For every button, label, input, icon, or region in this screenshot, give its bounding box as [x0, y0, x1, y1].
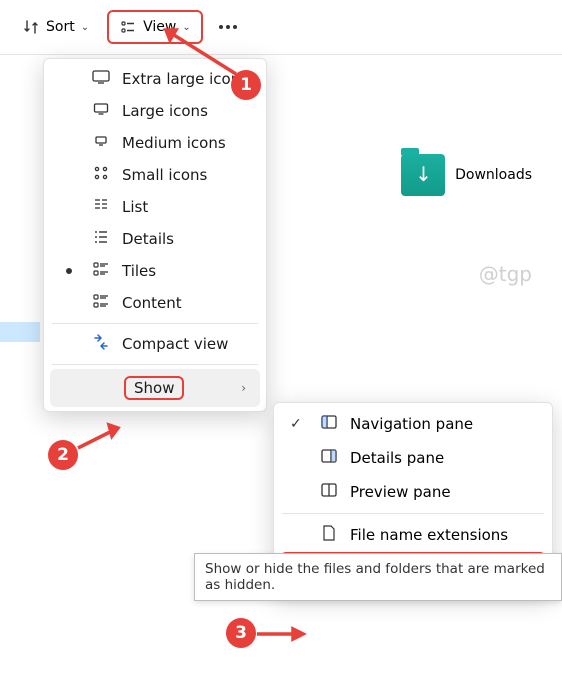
menu-separator	[52, 364, 258, 365]
menu-label: Compact view	[122, 335, 228, 353]
list-icon	[92, 196, 110, 218]
submenu-item-navigation-pane[interactable]: ✓ Navigation pane	[274, 407, 552, 441]
submenu-label: Navigation pane	[350, 415, 473, 433]
radio-selected-icon	[66, 268, 72, 274]
submenu-label: Preview pane	[350, 483, 451, 501]
sort-icon	[22, 18, 40, 36]
view-menu: Extra large icons Large icons Medium ico…	[43, 58, 267, 412]
callout-1: 1	[231, 70, 261, 100]
menu-item-compact-view[interactable]: Compact view	[44, 328, 266, 360]
grid-icon	[92, 164, 110, 186]
menu-item-content[interactable]: Content	[44, 287, 266, 319]
submenu-item-preview-pane[interactable]: Preview pane	[274, 475, 552, 509]
menu-label: Small icons	[122, 166, 207, 184]
details-icon	[92, 228, 110, 250]
chevron-right-icon: ›	[241, 381, 246, 395]
sort-button[interactable]: Sort ⌄	[12, 12, 99, 42]
menu-label: Show	[134, 379, 174, 397]
monitor-m-icon	[92, 132, 110, 154]
pane-nav-icon	[320, 413, 338, 435]
tiles-icon	[92, 260, 110, 282]
pane-details-icon	[320, 447, 338, 469]
menu-item-medium-icons[interactable]: Medium icons	[44, 127, 266, 159]
chevron-down-icon: ⌄	[81, 22, 89, 33]
callout-3: 3	[226, 618, 256, 648]
content-icon	[92, 292, 110, 314]
menu-item-tiles[interactable]: Tiles	[44, 255, 266, 287]
check-icon: ✓	[290, 416, 302, 432]
callout-2: 2	[48, 440, 78, 470]
menu-label: Details	[122, 230, 174, 248]
downloads-folder-icon	[401, 154, 445, 196]
sort-label: Sort	[46, 19, 75, 35]
submenu-item-file-name-extensions[interactable]: File name extensions	[274, 518, 552, 552]
menu-label: Large icons	[122, 102, 208, 120]
show-highlight: Show	[124, 376, 184, 400]
compact-icon	[92, 333, 110, 355]
menu-item-details[interactable]: Details	[44, 223, 266, 255]
menu-item-list[interactable]: List	[44, 191, 266, 223]
folder-selection-stripe	[0, 322, 40, 342]
view-icon	[119, 18, 137, 36]
menu-label: List	[122, 198, 148, 216]
monitor-l-icon	[92, 100, 110, 122]
monitor-xl-icon	[92, 68, 110, 90]
menu-label: Content	[122, 294, 182, 312]
menu-item-large-icons[interactable]: Large icons	[44, 95, 266, 127]
submenu-label: Details pane	[350, 449, 444, 467]
pane-preview-icon	[320, 481, 338, 503]
toolbar: Sort ⌄ View ⌄	[0, 0, 562, 55]
menu-label: Medium icons	[122, 134, 226, 152]
menu-separator	[282, 513, 544, 514]
menu-label: Tiles	[122, 262, 156, 280]
folder-item[interactable]: Downloads	[401, 154, 532, 196]
folder-name: Downloads	[455, 167, 532, 183]
tooltip: Show or hide the files and folders that …	[194, 553, 562, 601]
submenu-item-details-pane[interactable]: Details pane	[274, 441, 552, 475]
menu-item-show[interactable]: Show ›	[50, 369, 260, 407]
submenu-label: File name extensions	[350, 526, 508, 544]
menu-separator	[52, 323, 258, 324]
watermark: @tgp	[479, 262, 532, 286]
menu-item-small-icons[interactable]: Small icons	[44, 159, 266, 191]
file-ext-icon	[320, 524, 338, 546]
